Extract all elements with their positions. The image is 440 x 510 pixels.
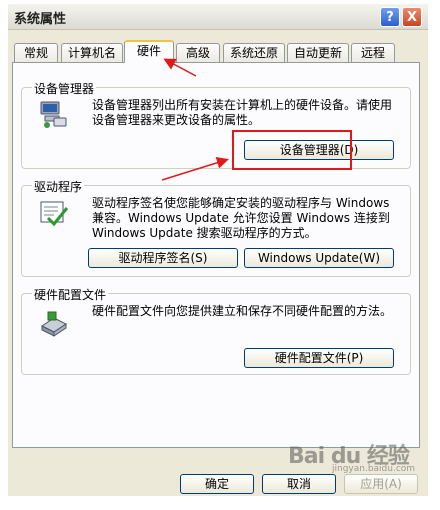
close-button[interactable]: X	[402, 7, 422, 27]
tab-general[interactable]: 常规	[14, 43, 58, 62]
watermark-sub: jingyan.baidu.com	[332, 464, 416, 474]
hardware-profiles-description: 硬件配置文件向您提供建立和保存不同硬件配置的方法。	[92, 304, 393, 318]
window-title: 系统属性	[14, 12, 67, 27]
hardware-tab-panel: 设备管理器 设备管理器列出所有安装在计算机上的硬件设备。请使用设备管理器来更改设…	[12, 62, 420, 448]
hardware-profile-icon	[41, 311, 67, 337]
system-properties-window: 系统属性 ? X 常规 计算机名 硬件 高级 系统还原 自动更新 远程 设备管理…	[8, 4, 428, 496]
hardware-profiles-group: 硬件配置文件 硬件配置文件向您提供建立和保存不同硬件配置的方法。 硬件配置文件(…	[21, 286, 411, 375]
drivers-group: 驱动程序 驱动程序签名使您能够确定安装的驱动程序与 Windows 兼容。Win…	[21, 178, 411, 277]
hardware-profiles-button[interactable]: 硬件配置文件(P)	[244, 348, 394, 368]
device-manager-group: 设备管理器 设备管理器列出所有安装在计算机上的硬件设备。请使用设备管理器来更改设…	[21, 80, 411, 169]
ok-button[interactable]: 确定	[180, 474, 254, 494]
windows-update-button[interactable]: Windows Update(W)	[244, 248, 394, 268]
help-button[interactable]: ?	[380, 7, 400, 27]
tab-system-restore[interactable]: 系统还原	[223, 43, 285, 62]
tab-automatic-updates[interactable]: 自动更新	[287, 43, 349, 62]
device-manager-description: 设备管理器列出所有安装在计算机上的硬件设备。请使用设备管理器来更改设备的属性。	[92, 98, 393, 127]
device-manager-icon	[40, 101, 67, 128]
tab-hardware[interactable]: 硬件	[124, 40, 174, 63]
driver-signing-icon	[40, 201, 69, 227]
device-manager-group-title: 设备管理器	[32, 80, 97, 97]
tab-remote[interactable]: 远程	[351, 43, 395, 62]
highlight-box	[232, 130, 352, 170]
tab-advanced[interactable]: 高级	[176, 43, 220, 62]
driver-signing-button[interactable]: 驱动程序签名(S)	[88, 248, 238, 268]
hardware-profiles-group-title: 硬件配置文件	[32, 286, 109, 303]
drivers-group-title: 驱动程序	[32, 178, 85, 195]
drivers-description: 驱动程序签名使您能够确定安装的驱动程序与 Windows 兼容。Windows …	[92, 196, 390, 240]
baidu-watermark: Bai du 经验 jingyan.baidu.com	[288, 438, 428, 494]
tab-strip: 常规 计算机名 硬件 高级 系统还原 自动更新 远程	[12, 40, 424, 63]
bottom-strip	[0, 496, 440, 510]
title-bar[interactable]: 系统属性 ? X	[8, 4, 428, 30]
tab-computer-name[interactable]: 计算机名	[61, 43, 123, 62]
